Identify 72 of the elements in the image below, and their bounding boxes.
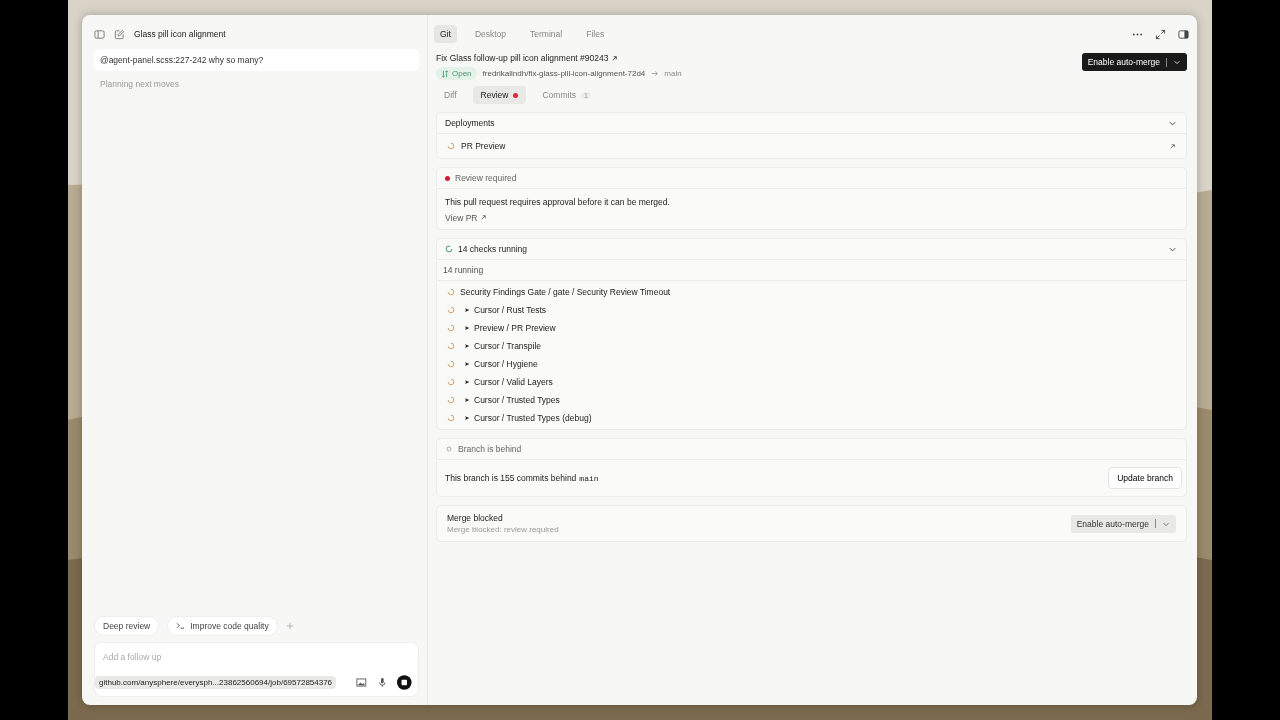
- branch-name: fredrikalindh/fix-glass-pill-icon-alignment-72d4: [482, 69, 646, 78]
- sidebar-toggle-icon[interactable]: [94, 28, 105, 40]
- expand-arrow-icon[interactable]: [464, 361, 470, 367]
- base-branch: main: [579, 473, 599, 483]
- spinner-icon: [447, 288, 455, 296]
- terminal-icon: [176, 622, 186, 629]
- panel-tab[interactable]: Files: [580, 25, 611, 43]
- panel-toggle-icon[interactable]: [1178, 28, 1189, 40]
- expand-arrow-icon[interactable]: [464, 397, 470, 403]
- panel-tab[interactable]: Git: [434, 25, 457, 43]
- chevron-icon[interactable]: [1173, 58, 1181, 66]
- check-name[interactable]: Cursor / Rust Tests: [474, 305, 547, 315]
- suggestion-chip[interactable]: Improve code quality: [167, 616, 278, 636]
- pr-title: Fix Glass follow-up pill icon alignment #90243: [436, 53, 609, 63]
- external-link-icon[interactable]: [1169, 142, 1176, 150]
- user-message: @agent-panel.scss:227-242 why so many?: [94, 49, 419, 71]
- section-title: 14 checks running: [458, 244, 527, 254]
- merge-subtitle: Merge blocked: review required: [447, 525, 559, 534]
- expand-arrow-icon[interactable]: [464, 415, 470, 421]
- spinner-icon: [447, 378, 455, 386]
- progress-ring-icon: [445, 245, 453, 253]
- panel-tab[interactable]: Terminal: [524, 25, 569, 43]
- check-name[interactable]: Cursor / Valid Layers: [474, 377, 553, 387]
- expand-icon[interactable]: [1155, 28, 1166, 40]
- spinner-icon: [447, 342, 455, 350]
- spinner-icon: [447, 142, 455, 150]
- check-name[interactable]: Cursor / Hygiene: [474, 359, 538, 369]
- check-name[interactable]: Preview / PR Preview: [474, 323, 556, 333]
- panel-tab[interactable]: Desktop: [468, 25, 513, 43]
- external-link-icon[interactable]: [611, 54, 619, 62]
- status-circle-icon: [445, 445, 453, 453]
- suggestion-chip[interactable]: Deep review: [94, 616, 160, 636]
- compose-icon[interactable]: [114, 28, 125, 40]
- stop-button[interactable]: [397, 675, 412, 690]
- spinner-icon: [447, 324, 455, 332]
- status-text: Planning next moves: [99, 79, 180, 89]
- section-title: Deployments: [445, 118, 495, 128]
- check-name[interactable]: Cursor / Trusted Types: [474, 395, 560, 405]
- running-count: 14 running: [437, 260, 1186, 281]
- check-name[interactable]: Cursor / Transpile: [474, 341, 542, 351]
- branch-status-text: This branch is 155 commits behind: [445, 473, 577, 483]
- microphone-icon[interactable]: [376, 677, 388, 688]
- expand-arrow-icon[interactable]: [464, 343, 470, 349]
- review-tab[interactable]: Diff: [436, 86, 465, 104]
- check-name[interactable]: Security Findings Gate / gate / Security Review Timeout: [460, 287, 671, 297]
- update-branch-button[interactable]: Update branch: [1108, 467, 1182, 489]
- status-badge: Open: [436, 67, 477, 80]
- view-pr-link[interactable]: View PR: [445, 213, 487, 223]
- spinner-icon: [447, 414, 455, 422]
- expand-arrow-icon[interactable]: [464, 325, 470, 331]
- external-link-icon[interactable]: [479, 214, 487, 221]
- section-title: Branch is behind: [458, 444, 522, 454]
- status-dot: [445, 175, 450, 181]
- review-text: This pull request requires approval before it can be merged.: [445, 197, 670, 207]
- expand-arrow-icon[interactable]: [464, 307, 470, 313]
- image-icon[interactable]: [356, 677, 367, 688]
- deployment-name: PR Preview: [461, 141, 506, 151]
- review-tab[interactable]: Review: [472, 86, 527, 104]
- expand-arrow-icon[interactable]: [464, 379, 470, 385]
- chat-title: Glass pill icon alignment: [134, 29, 226, 39]
- auto-merge-button[interactable]: Enable auto-merge: [1081, 53, 1187, 71]
- check-name[interactable]: Cursor / Trusted Types (debug): [474, 413, 592, 423]
- spinner-icon: [447, 306, 455, 314]
- follow-up-input[interactable]: Add a follow up: [101, 651, 416, 663]
- auto-merge-button[interactable]: Enable auto-merge: [1070, 514, 1176, 533]
- base-branch: main: [664, 69, 682, 78]
- arrow-icon: [651, 70, 659, 77]
- merge-title: Merge blocked: [447, 513, 504, 523]
- spinner-icon: [447, 360, 455, 368]
- section-title: Review required: [455, 173, 517, 183]
- link-tooltip: github.com/anysphere/everysph...23862560694/job/69572854376: [95, 676, 337, 689]
- spinner-icon: [447, 396, 455, 404]
